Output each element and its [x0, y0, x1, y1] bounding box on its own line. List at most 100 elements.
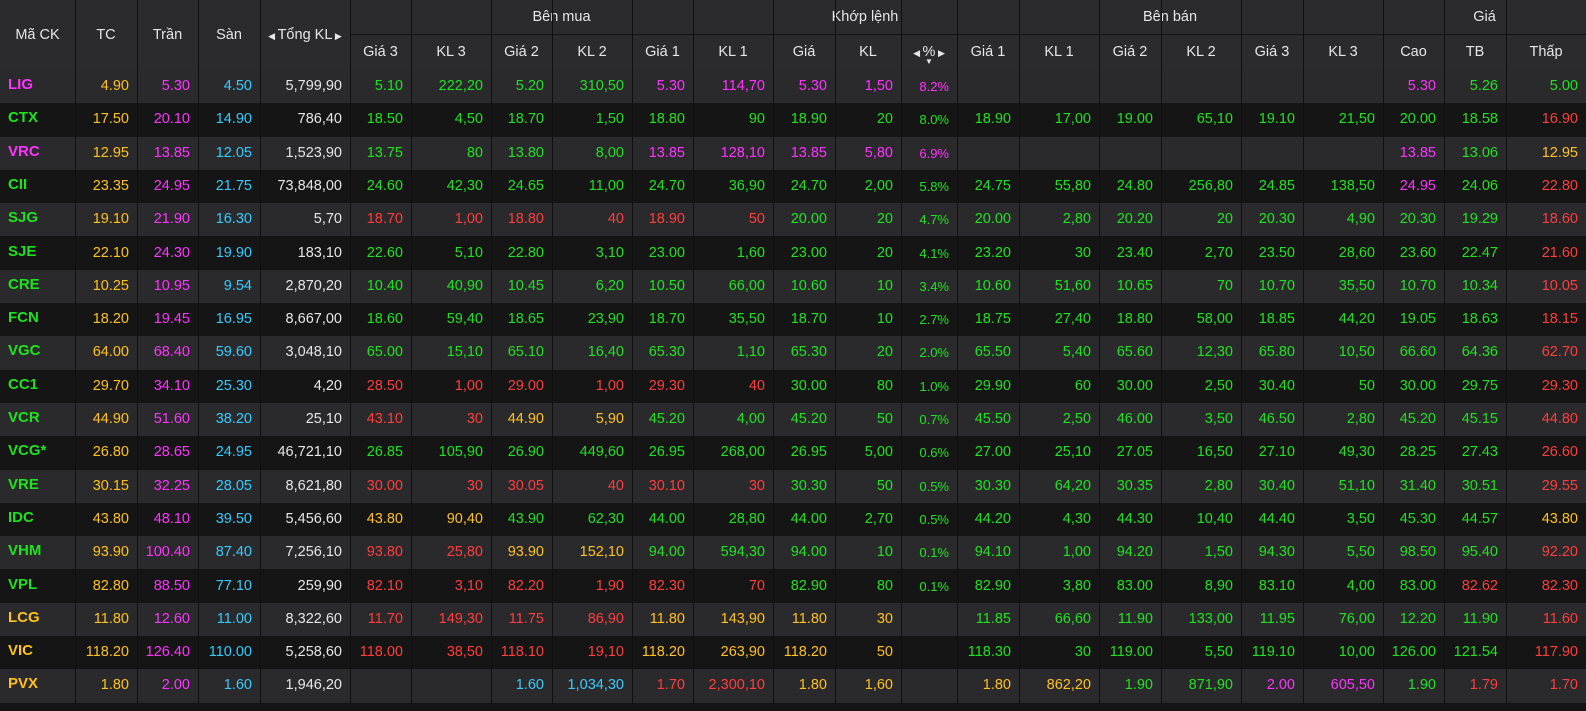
table-row[interactable]: CTX 17.50 20.10 14.90 786,40 18.50 4,50 18.70 1,…	[0, 103, 1586, 137]
arrow-left-icon[interactable]: ◀	[268, 31, 277, 41]
cell-s1p: 82.90	[974, 577, 1011, 594]
price-board: Bên mua Khớp lệnh Bên bán Giá Mã CK TC Trần Sàn…	[0, 0, 1586, 711]
symbol-cell[interactable]: VPL	[0, 570, 75, 603]
cell-s3v: 5,50	[1346, 544, 1375, 561]
col-header-low: Thấp	[1529, 44, 1563, 60]
col-header-s3v: KL 3	[1328, 44, 1358, 60]
cell-total: 8,322,60	[285, 610, 342, 627]
symbol-cell[interactable]: SJG	[0, 203, 75, 236]
cell-avg: 30.51	[1461, 477, 1498, 494]
col-header-b3v: KL 3	[436, 44, 466, 60]
col-header-pct[interactable]: ◀ % ▶ ▼	[901, 35, 957, 70]
cell-s2p: 18.80	[1116, 311, 1153, 328]
cell-pct: 6.9%	[919, 145, 949, 161]
cell-total: 8,621,80	[285, 477, 342, 494]
sort-desc-icon[interactable]: ▼	[901, 57, 957, 67]
cell-s2p: 27.05	[1116, 444, 1153, 461]
cell-low: 12.95	[1541, 144, 1578, 161]
cell-s3v: 44,20	[1338, 311, 1375, 328]
cell-b3v: 90,40	[446, 510, 483, 527]
cell-b2p: 93.90	[507, 544, 544, 561]
symbol-cell[interactable]: VRE	[0, 470, 75, 503]
table-row[interactable]: VIC 118.20 126.40 110.00 5,258,60 118.00 38,50…	[0, 636, 1586, 670]
cell-b1v: 30	[748, 477, 765, 494]
cell-ref: 118.20	[85, 644, 129, 661]
symbol-cell[interactable]: LIG	[0, 70, 75, 103]
table-row[interactable]: VPL 82.80 88.50 77.10 259,90 82.10 3,10 82.20 1,…	[0, 569, 1586, 603]
table-row[interactable]: SJG 19.10 21.90 16.30 5,70 18.70 1,00 18.80 40 18…	[0, 203, 1586, 237]
col-header-high: Cao	[1400, 44, 1427, 60]
symbol-cell[interactable]: VHM	[0, 536, 75, 569]
table-row[interactable]: VGC 64.00 68.40 59.60 3,048,10 65.00 15,10 65.1…	[0, 336, 1586, 370]
cell-s1v: 862,20	[1046, 677, 1091, 694]
table-row[interactable]: VRC 12.95 13.85 12.05 1,523,90 13.75 80 13.80 8,…	[0, 136, 1586, 170]
table-row[interactable]: SJE 22.10 24.30 19.90 183,10 22.60 5,10 22.80 3,…	[0, 236, 1586, 270]
table-row[interactable]: VRE 30.15 32.25 28.05 8,621,80 30.00 30 30.05 40…	[0, 469, 1586, 503]
cell-floor: 87.40	[215, 544, 252, 561]
cell-b3v: 59,40	[446, 311, 483, 328]
cell-b2p: 13.80	[507, 144, 544, 161]
table-row[interactable]: LCG 11.80 12.60 11.00 8,322,60 11.70 149,30 11.…	[0, 602, 1586, 637]
cell-pct: 8.0%	[919, 112, 949, 128]
symbol-cell[interactable]: FCN	[0, 303, 75, 336]
cell-mv: 80	[876, 577, 893, 594]
cell-low: 22.80	[1541, 177, 1578, 194]
table-row[interactable]: VCG* 26.80 28.65 24.95 46,721,10 26.85 105,90 2…	[0, 436, 1586, 470]
table-row[interactable]: LIG 4.90 5.30 4.50 5,799,90 5.10 222,20 5.20 310…	[0, 70, 1586, 104]
cell-s1p: 118.30	[967, 644, 1011, 661]
cell-low: 26.60	[1541, 444, 1578, 461]
cell-b1v: 70	[748, 577, 765, 594]
cell-b2p: 26.90	[507, 444, 544, 461]
cell-ceil: 32.25	[153, 477, 190, 494]
table-row[interactable]: FCN 18.20 19.45 16.95 8,667,00 18.60 59,40 18.6…	[0, 303, 1586, 337]
table-row[interactable]: VCR 44.90 51.60 38.20 25,10 43.10 30 44.90 5,90 4…	[0, 403, 1586, 437]
cell-floor: 39.50	[215, 510, 252, 527]
symbol-cell[interactable]: CRE	[0, 270, 75, 303]
cell-s1p: 65.50	[974, 344, 1011, 361]
cell-mv: 80	[876, 377, 893, 394]
symbol-cell[interactable]: VIC	[0, 636, 75, 669]
table-row[interactable]: IDC 43.80 48.10 39.50 5,456,60 43.80 90,40 43.9…	[0, 502, 1586, 537]
cell-ref: 11.80	[93, 610, 129, 627]
symbol-cell[interactable]: CTX	[0, 103, 75, 136]
table-row[interactable]: CII 23.35 24.95 21.75 73,848,00 24.60 42,30 24.…	[0, 169, 1586, 204]
col-header-total[interactable]: ◀ Tổng KL ▶	[260, 0, 350, 70]
cell-s3v: 28,60	[1338, 244, 1375, 261]
cell-low: 29.55	[1541, 477, 1578, 494]
symbol-cell[interactable]: VRC	[0, 137, 75, 170]
cell-s2v: 65,10	[1196, 111, 1233, 128]
cell-total: 2,870,20	[285, 277, 342, 294]
symbol-cell[interactable]: PVX	[0, 669, 75, 702]
cell-pct: 8.2%	[919, 79, 949, 94]
symbol-cell[interactable]: VGC	[0, 336, 75, 369]
symbol-cell[interactable]: VCR	[0, 403, 75, 436]
table-row[interactable]: PVX 1.80 2.00 1.60 1,946,20 1.60 1,034,30 1.70 2…	[0, 669, 1586, 703]
col-header-b1v: KL 1	[718, 44, 748, 60]
symbol-cell[interactable]: VCG*	[0, 436, 75, 469]
cell-pct	[901, 603, 957, 636]
arrow-right-icon[interactable]: ▶	[332, 31, 342, 41]
cell-b2v: 40	[607, 477, 624, 494]
cell-s3v: 10,50	[1338, 344, 1375, 361]
cell-high: 13.85	[1399, 144, 1436, 161]
cell-mp: 24.70	[790, 177, 827, 194]
cell-s3v: 2,80	[1346, 411, 1375, 427]
cell-pct: 2.7%	[919, 312, 949, 328]
cell-s1p: 11.85	[975, 610, 1011, 627]
cell-b3v: 5,10	[454, 244, 483, 261]
table-row[interactable]: CC1 29.70 34.10 25.30 4,20 28.50 1,00 29.00 1,00…	[0, 369, 1586, 403]
cell-mv: 20	[876, 111, 893, 128]
table-row[interactable]: VHM 93.90 100.40 87.40 7,256,10 93.80 25,80 93.…	[0, 536, 1586, 570]
symbol-cell[interactable]: LCG	[0, 603, 75, 636]
symbol-cell[interactable]: IDC	[0, 503, 75, 536]
cell-s1p: 18.90	[974, 111, 1011, 128]
symbol-cell[interactable]: CII	[0, 170, 75, 203]
table-row[interactable]: CRE 10.25 10.95 9.54 2,870,20 10.40 40,90 10.45…	[0, 269, 1586, 304]
cell-low: 1.70	[1549, 677, 1578, 694]
symbol-cell[interactable]: SJE	[0, 237, 75, 270]
cell-pct: 0.1%	[919, 578, 949, 594]
cell-ref: 12.95	[92, 144, 129, 161]
symbol-cell[interactable]: CC1	[0, 370, 75, 403]
cell-ceil: 21.90	[153, 211, 190, 228]
cell-b2v: 6,20	[595, 277, 624, 294]
